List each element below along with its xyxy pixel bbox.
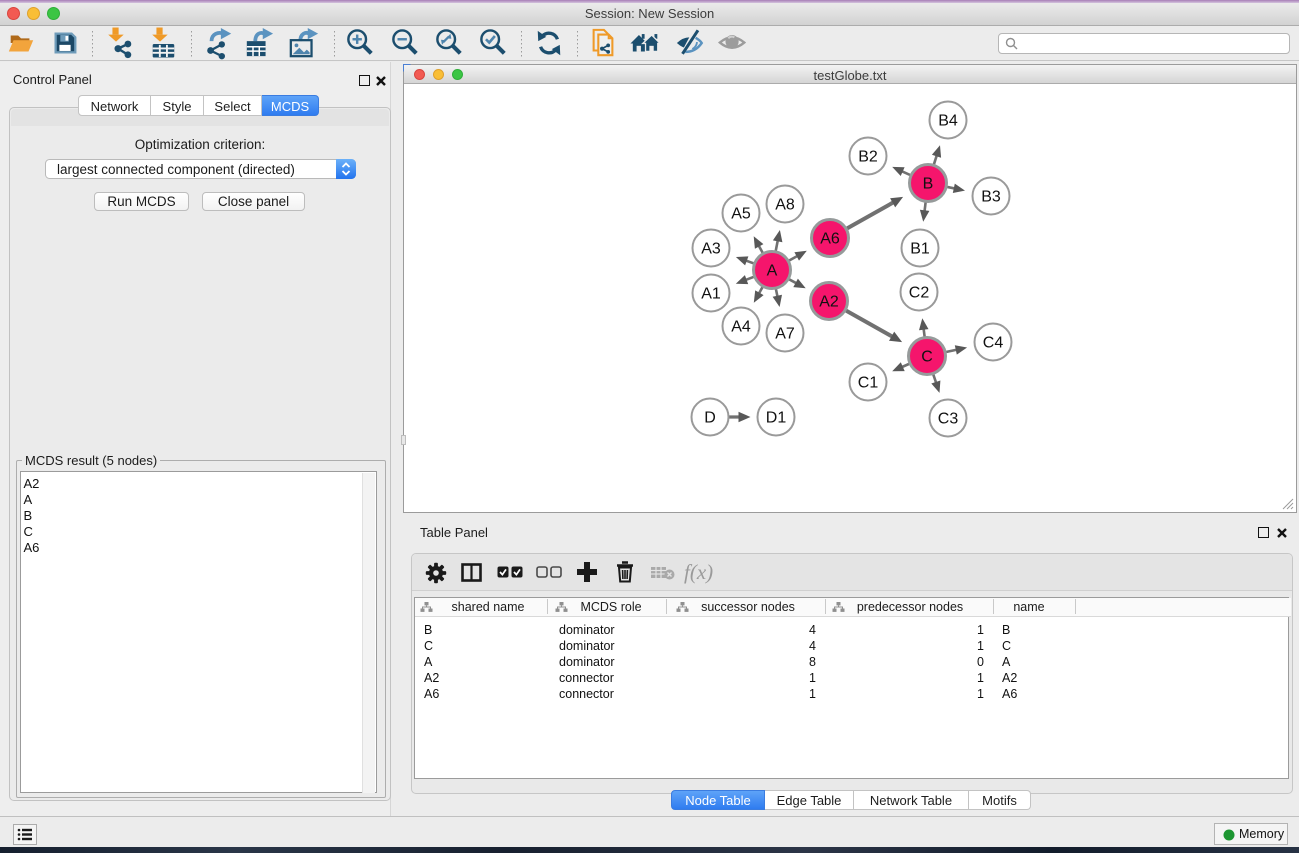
svg-text:A3: A3 xyxy=(701,241,721,258)
svg-text:A4: A4 xyxy=(731,319,751,336)
svg-text:B3: B3 xyxy=(981,189,1001,206)
svg-text:C3: C3 xyxy=(938,411,959,428)
svg-text:D1: D1 xyxy=(766,410,787,427)
svg-text:A: A xyxy=(767,263,778,280)
svg-text:C: C xyxy=(921,349,933,366)
svg-text:B2: B2 xyxy=(858,149,878,166)
svg-text:A1: A1 xyxy=(701,286,721,303)
svg-text:A5: A5 xyxy=(731,206,751,223)
svg-text:B: B xyxy=(923,176,934,193)
svg-text:C1: C1 xyxy=(858,375,879,392)
svg-text:C4: C4 xyxy=(983,335,1004,352)
svg-text:B4: B4 xyxy=(938,113,958,130)
svg-text:A2: A2 xyxy=(819,294,839,311)
svg-text:B1: B1 xyxy=(910,241,930,258)
svg-text:A6: A6 xyxy=(820,231,840,248)
svg-text:A8: A8 xyxy=(775,197,795,214)
svg-text:A7: A7 xyxy=(775,326,795,343)
svg-text:D: D xyxy=(704,410,716,427)
svg-text:C2: C2 xyxy=(909,285,930,302)
